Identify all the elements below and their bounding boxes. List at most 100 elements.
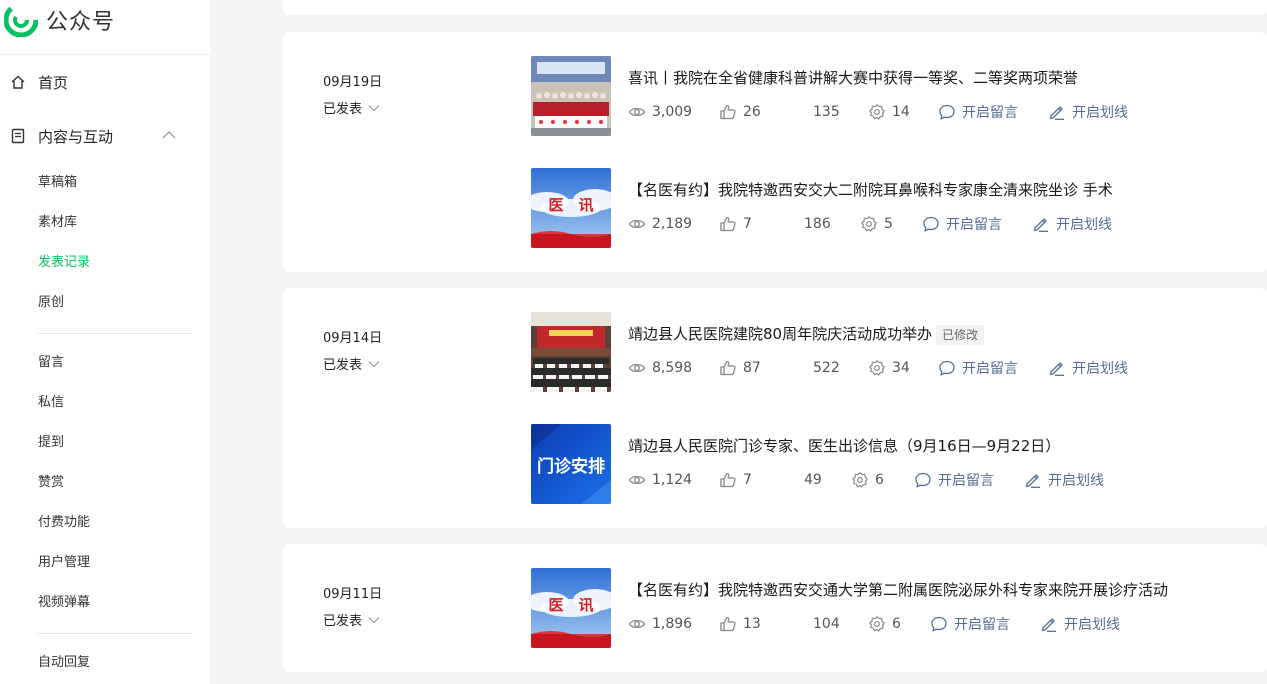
post-status-label: 已发表 [323,102,363,117]
open-comments-button[interactable]: 开启留言 [930,614,1010,634]
article-thumbnail[interactable]: 医 讯 [531,568,611,648]
article-title[interactable]: 靖边县人民医院门诊专家、医生出诊信息（9月16日—9月22日） [628,436,1060,456]
wow-icon [851,471,869,489]
sidebar-item-original[interactable]: 原创 [38,293,64,313]
article-thumbnail[interactable]: 门诊安排 [531,424,611,504]
chevron-up-icon[interactable] [162,130,176,140]
share-count: 522 [813,358,840,378]
share-count: 186 [804,214,831,234]
sidebar-item-auto-reply[interactable]: 自动回复 [38,653,90,673]
like-count-value: 13 [743,616,761,632]
post-meta: 09月14日 已发表 [323,330,382,373]
share-count-value: 104 [813,616,840,632]
open-underline-button[interactable]: 开启划线 [1048,102,1128,122]
yixun-text: 医 讯 [548,196,593,214]
article-title[interactable]: 【名医有约】我院特邀西安交大二附院耳鼻喉科专家康全清来院坐诊 手术 [628,180,1113,200]
article-title[interactable]: 喜讯丨我院在全省健康科普讲解大赛中获得一等奖、二等奖两项荣誉 [628,68,1078,88]
open-underline-button[interactable]: 开启划线 [1040,614,1120,634]
post-status-dropdown[interactable]: 已发表 [323,354,382,373]
sidebar-divider [38,633,192,634]
eye-icon [628,471,646,489]
sidebar-item-video-danmaku[interactable]: 视频弹幕 [38,593,90,613]
sidebar-item-content-label: 内容与互动 [38,127,114,146]
menzhen-banner-image: 门诊安排 [531,424,611,504]
sidebar-item-home[interactable]: 首页 [0,67,210,97]
sidebar: 公众号 首页 内容与互动 草稿箱 素材库 发表记录 原创 留言 私信 提到 赞赏… [0,0,210,684]
sidebar-item-drafts[interactable]: 草稿箱 [38,173,77,193]
open-comments-label: 开启留言 [954,617,1010,633]
wow-count: 5 [860,214,893,234]
post-status-dropdown[interactable]: 已发表 [323,610,382,629]
like-count: 13 [719,614,761,634]
open-comments-button[interactable]: 开启留言 [938,358,1018,378]
modified-badge: 已修改 [936,324,985,345]
like-count: 26 [719,102,761,122]
view-count: 1,896 [628,614,692,634]
open-comments-label: 开启留言 [938,473,994,489]
view-count-value: 1,124 [652,472,693,488]
auditorium-image [531,312,611,392]
open-underline-label: 开启划线 [1056,217,1112,233]
document-icon [11,128,25,144]
article-stats: 2,189 7 186 5 开启留言 开启划线 [628,214,1248,234]
post-meta: 09月19日 已发表 [323,74,382,117]
yixun-banner-image: 医 讯 [531,168,611,248]
wow-count: 6 [851,470,884,490]
chevron-down-icon [368,360,380,367]
open-underline-button[interactable]: 开启划线 [1032,214,1112,234]
brand[interactable]: 公众号 [4,2,115,38]
view-count-value: 2,189 [652,216,693,232]
sidebar-item-rewards[interactable]: 赞赏 [38,473,64,493]
post-card-partial [283,0,1267,15]
like-count-value: 7 [743,216,752,232]
thumbs-up-icon [719,615,737,633]
open-comments-label: 开启留言 [946,217,1002,233]
wow-count-value: 14 [892,104,910,120]
share-count: 135 [813,102,840,122]
eye-icon [628,615,646,633]
post-status-label: 已发表 [323,358,363,373]
open-underline-button[interactable]: 开启划线 [1024,470,1104,490]
pen-icon [1040,615,1058,633]
open-comments-button[interactable]: 开启留言 [914,470,994,490]
sidebar-item-content[interactable]: 内容与互动 [0,121,210,151]
chevron-down-icon [368,104,380,111]
wechat-mp-logo-icon [4,3,38,37]
open-underline-button[interactable]: 开启划线 [1048,358,1128,378]
sidebar-item-materials[interactable]: 素材库 [38,213,77,233]
article-title[interactable]: 【名医有约】我院特邀西安交通大学第二附属医院泌尿外科专家来院开展诊疗活动 [628,580,1168,600]
wow-count: 34 [868,358,910,378]
comment-icon [938,103,956,121]
article-stats: 1,896 13 104 6 开启留言 开启划线 [628,614,1248,634]
article-item: 喜讯丨我院在全省健康科普讲解大赛中获得一等奖、二等奖两项荣誉 3,009 26 … [531,56,1251,136]
comment-icon [930,615,948,633]
open-comments-label: 开启留言 [962,361,1018,377]
post-date: 09月14日 [323,331,383,346]
article-thumbnail[interactable] [531,56,611,136]
thumbs-up-icon [719,103,737,121]
share-count-value: 49 [804,472,822,488]
sidebar-item-messages[interactable]: 私信 [38,393,64,413]
article-thumbnail[interactable]: 医 讯 [531,168,611,248]
open-underline-label: 开启划线 [1048,473,1104,489]
article-stats: 8,598 87 522 34 开启留言 开启划线 [628,358,1248,378]
post-status-dropdown[interactable]: 已发表 [323,98,382,117]
thumbs-up-icon [719,215,737,233]
article-title[interactable]: 靖边县人民医院建院80周年院庆活动成功举办 已修改 [628,324,985,345]
thumbs-up-icon [719,471,737,489]
sidebar-item-paid-features[interactable]: 付费功能 [38,513,90,533]
article-thumbnail[interactable] [531,312,611,392]
sidebar-item-comments[interactable]: 留言 [38,353,64,373]
view-count-value: 1,896 [652,616,693,632]
like-count: 7 [719,470,752,490]
sidebar-item-user-management[interactable]: 用户管理 [38,553,90,573]
like-count: 7 [719,214,752,234]
open-comments-button[interactable]: 开启留言 [922,214,1002,234]
sidebar-item-publish-records[interactable]: 发表记录 [38,253,90,273]
view-count: 3,009 [628,102,692,122]
sidebar-item-mentions[interactable]: 提到 [38,433,64,453]
open-underline-label: 开启划线 [1072,105,1128,121]
post-meta: 09月11日 已发表 [323,586,382,629]
open-comments-button[interactable]: 开启留言 [938,102,1018,122]
sidebar-divider [38,333,192,334]
